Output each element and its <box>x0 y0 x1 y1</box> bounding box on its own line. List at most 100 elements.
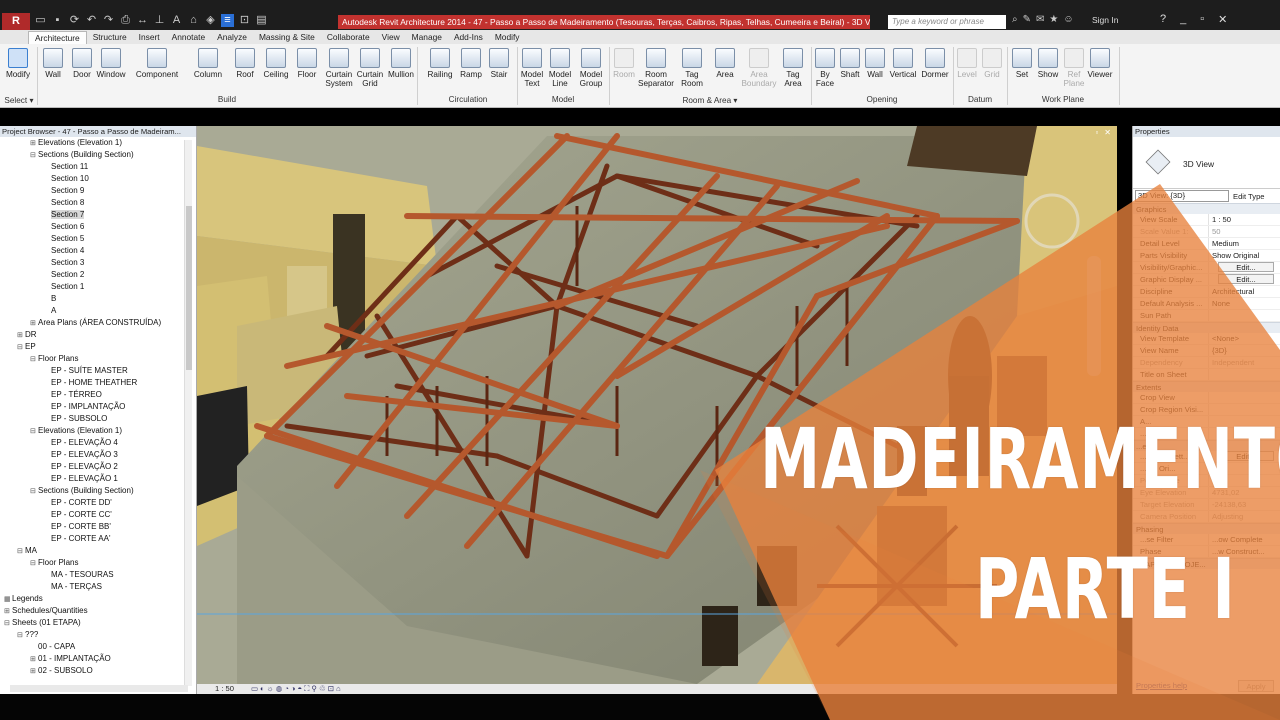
browser-item[interactable]: ⊞ DR <box>0 329 196 341</box>
close-icon[interactable]: ✕ <box>1218 13 1227 26</box>
model-group-button[interactable]: Model Group <box>576 48 606 88</box>
expand-toggle-icon[interactable]: ⊞ <box>30 666 38 678</box>
window-button[interactable]: Window <box>96 48 126 79</box>
close-view-icon[interactable]: ✕ <box>1104 128 1111 137</box>
browser-item[interactable]: ⊞ Schedules/Quantities <box>0 605 196 617</box>
tab-manage[interactable]: Manage <box>406 31 448 44</box>
property-value[interactable]: Architectural <box>1209 286 1280 297</box>
browser-item[interactable]: ⊞ 01 - IMPLANTAÇÃO <box>0 653 196 665</box>
modify-button[interactable]: Modify <box>4 48 32 79</box>
search-icon[interactable]: ⌕ <box>1012 14 1018 25</box>
browser-item[interactable]: EP - HOME THEATHER <box>0 377 196 389</box>
panel-label-build[interactable]: Build <box>38 95 416 104</box>
apply-button[interactable]: Apply <box>1238 680 1274 692</box>
wall-button[interactable]: Wall <box>864 48 886 79</box>
project-browser-hscrollbar[interactable] <box>10 685 188 692</box>
railing-button[interactable]: Railing <box>426 48 454 79</box>
browser-item[interactable]: Section 4 <box>0 245 196 257</box>
browser-item[interactable]: ⊟ Elevations (Elevation 1) <box>0 425 196 437</box>
sign-in-link[interactable]: Sign In <box>1092 15 1118 25</box>
property-value[interactable] <box>1209 310 1280 321</box>
browser-item[interactable]: Section 8 <box>0 197 196 209</box>
print-icon[interactable]: ⎙ <box>119 14 132 27</box>
view-control-icons[interactable]: ▭◐☼◍◔◑◓⛶⚲♲⊡⌂ <box>251 684 343 694</box>
type-selector[interactable]: 3D View <box>1133 137 1280 189</box>
browser-item[interactable]: EP - IMPLANTAÇÃO <box>0 401 196 413</box>
switch-windows-icon[interactable]: ▤ <box>255 14 268 27</box>
panel-label-work-plane[interactable]: Work Plane <box>1008 95 1118 104</box>
show-button[interactable]: Show <box>1036 48 1060 79</box>
help-icon[interactable]: ? <box>1160 13 1166 26</box>
tab-view[interactable]: View <box>376 31 406 44</box>
shaft-button[interactable]: Shaft <box>838 48 862 79</box>
stair-button[interactable]: Stair <box>488 48 510 79</box>
dimension-icon[interactable]: ⊥ <box>153 14 166 27</box>
panel-label-select-[interactable]: Select ▾ <box>2 95 36 105</box>
property-value[interactable]: None <box>1209 298 1280 309</box>
redo-icon[interactable]: ↷ <box>102 14 115 27</box>
browser-item[interactable]: ⊟ Sheets (01 ETAPA) <box>0 617 196 629</box>
component-button[interactable]: Component <box>134 48 180 79</box>
tag-area-button[interactable]: Tag Area <box>782 48 804 88</box>
tag-room-button[interactable]: Tag Room <box>680 48 704 88</box>
tab-insert[interactable]: Insert <box>133 31 166 44</box>
thin-lines-icon[interactable]: ≡ <box>221 14 234 27</box>
property-group-header[interactable]: Phasing <box>1133 523 1280 534</box>
edit-button-label[interactable]: Edit... <box>1218 274 1274 284</box>
tab-massing-site[interactable]: Massing & Site <box>253 31 321 44</box>
scrollbar-thumb[interactable] <box>186 206 192 370</box>
user-icon[interactable]: ☺ <box>1063 14 1073 25</box>
property-group-header[interactable]: Extents <box>1133 381 1280 392</box>
browser-item[interactable]: Section 1 <box>0 281 196 293</box>
curtain-system-button[interactable]: Curtain System <box>324 48 354 88</box>
browser-item[interactable]: ▦Legends <box>0 593 196 605</box>
view-scale[interactable]: 1 : 50 <box>215 684 234 694</box>
browser-item[interactable]: Section 10 <box>0 173 196 185</box>
browser-item[interactable]: ⊟ EP <box>0 341 196 353</box>
browser-item[interactable]: EP - SUÍTE MASTER <box>0 365 196 377</box>
panel-label-opening[interactable]: Opening <box>812 95 952 104</box>
browser-item[interactable]: ⊟ Floor Plans <box>0 557 196 569</box>
tab-add-ins[interactable]: Add-Ins <box>448 31 489 44</box>
measure-icon[interactable]: ↔ <box>136 14 149 27</box>
panel-label-circulation[interactable]: Circulation <box>420 95 516 104</box>
browser-item[interactable]: EP - CORTE DD' <box>0 497 196 509</box>
browser-item[interactable]: ⊟ MA <box>0 545 196 557</box>
close-hidden-icon[interactable]: ⊡ <box>238 14 251 27</box>
property-edit-button[interactable]: Edit... <box>1209 262 1280 273</box>
property-value[interactable] <box>1209 369 1280 380</box>
browser-item[interactable]: ⊞ Area Plans (ÁREA CONSTRUÍDA) <box>0 317 196 329</box>
property-group-header[interactable]: Identity Data <box>1133 322 1280 333</box>
wall-button[interactable]: Wall <box>42 48 64 79</box>
property-group-header[interactable]: Graphics <box>1133 203 1280 214</box>
section-icon[interactable]: ◈ <box>204 14 217 27</box>
model-line-button[interactable]: Model Line <box>547 48 573 88</box>
tab-annotate[interactable]: Annotate <box>166 31 212 44</box>
favorites-icon[interactable]: ★ <box>1049 14 1058 25</box>
mullion-button[interactable]: Mullion <box>386 48 416 79</box>
area-button[interactable]: Area <box>712 48 738 79</box>
curtain-grid-button[interactable]: Curtain Grid <box>355 48 385 88</box>
maximize-icon[interactable]: ▫ <box>1200 13 1204 26</box>
browser-item[interactable]: ⊞ 02 - SUBSOLO <box>0 665 196 677</box>
property-value[interactable]: Medium <box>1209 238 1280 249</box>
browser-item[interactable]: EP - CORTE CC' <box>0 509 196 521</box>
project-browser-scrollbar[interactable] <box>184 140 192 686</box>
properties-help-link[interactable]: Properties help <box>1136 681 1187 690</box>
level-button[interactable]: Level <box>956 48 978 79</box>
browser-item[interactable]: Section 7 <box>0 209 196 221</box>
vertical-button[interactable]: Vertical <box>888 48 918 79</box>
browser-item[interactable]: Section 9 <box>0 185 196 197</box>
room-button[interactable]: Room <box>612 48 636 79</box>
browser-item[interactable]: EP - ELEVAÇÃO 3 <box>0 449 196 461</box>
panel-label-datum[interactable]: Datum <box>954 95 1006 104</box>
tab-modify[interactable]: Modify <box>489 31 526 44</box>
tab-analyze[interactable]: Analyze <box>211 31 253 44</box>
ref-plane-button[interactable]: Ref Plane <box>1062 48 1086 88</box>
property-value[interactable]: 1 : 50 <box>1209 214 1280 225</box>
subscription-icon[interactable]: ✎ <box>1023 14 1031 25</box>
browser-item[interactable]: A <box>0 305 196 317</box>
ramp-button[interactable]: Ramp <box>458 48 484 79</box>
browser-item[interactable]: B <box>0 293 196 305</box>
property-edit-button[interactable]: Edit... <box>1209 274 1280 285</box>
